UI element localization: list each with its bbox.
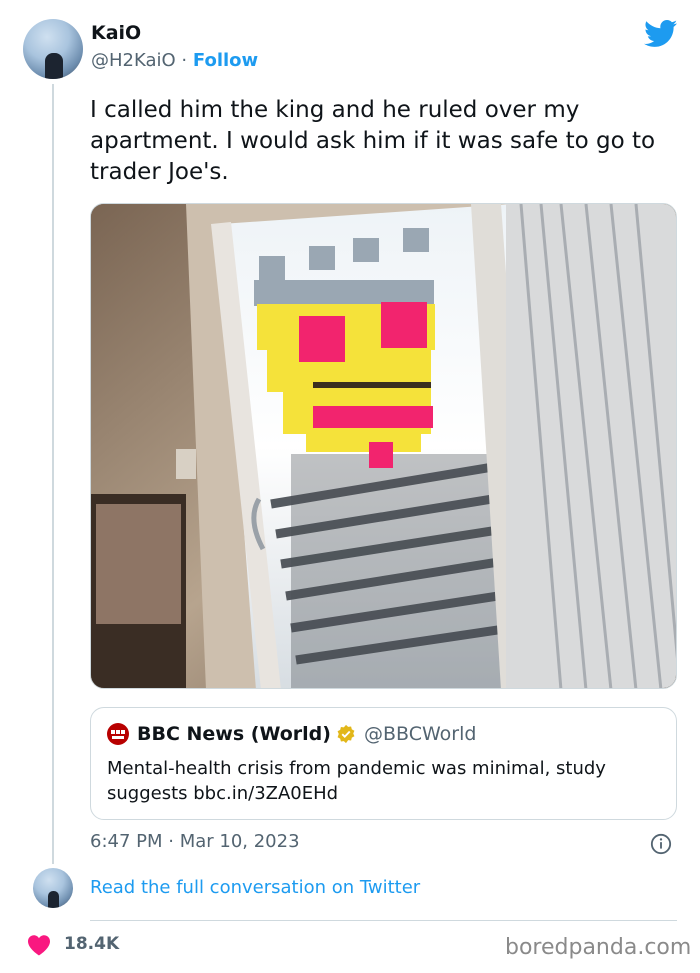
read-conversation-link[interactable]: Read the full conversation on Twitter (90, 877, 420, 898)
divider (90, 920, 677, 921)
tweet-timestamp[interactable]: 6:47 PM · Mar 10, 2023 (90, 831, 300, 852)
verified-badge-icon (337, 724, 355, 744)
twitter-bird-icon[interactable] (644, 20, 678, 48)
quoted-tweet-header: BBC News (World) @BBCWorld (107, 723, 476, 745)
boredpanda-watermark: boredpanda.com (505, 935, 692, 960)
follow-button[interactable]: Follow (193, 50, 258, 71)
post-it-king-photo (91, 204, 676, 688)
conversation-avatar[interactable] (33, 868, 73, 908)
bbc-news-logo (107, 723, 129, 745)
info-icon[interactable] (650, 833, 672, 855)
heart-icon[interactable] (27, 934, 51, 956)
quoted-tweet-text: Mental-health crisis from pandemic was m… (107, 758, 606, 804)
like-count[interactable]: 18.4K (64, 934, 119, 954)
separator: · (181, 50, 188, 71)
author-name[interactable]: KaiO (91, 22, 141, 44)
tweet-text: I called him the king and he ruled over … (90, 97, 656, 185)
author-handle[interactable]: @H2KaiO (91, 50, 176, 71)
quoted-tweet[interactable]: BBC News (World) @BBCWorld Mental-health… (90, 707, 677, 820)
quoted-author-name[interactable]: BBC News (World) (137, 723, 331, 745)
author-avatar[interactable] (23, 19, 83, 79)
author-handle-row: @H2KaiO · Follow (91, 50, 258, 71)
tweet-photo[interactable] (90, 203, 677, 689)
thread-line (52, 84, 54, 864)
quoted-author-handle[interactable]: @BBCWorld (364, 723, 476, 745)
